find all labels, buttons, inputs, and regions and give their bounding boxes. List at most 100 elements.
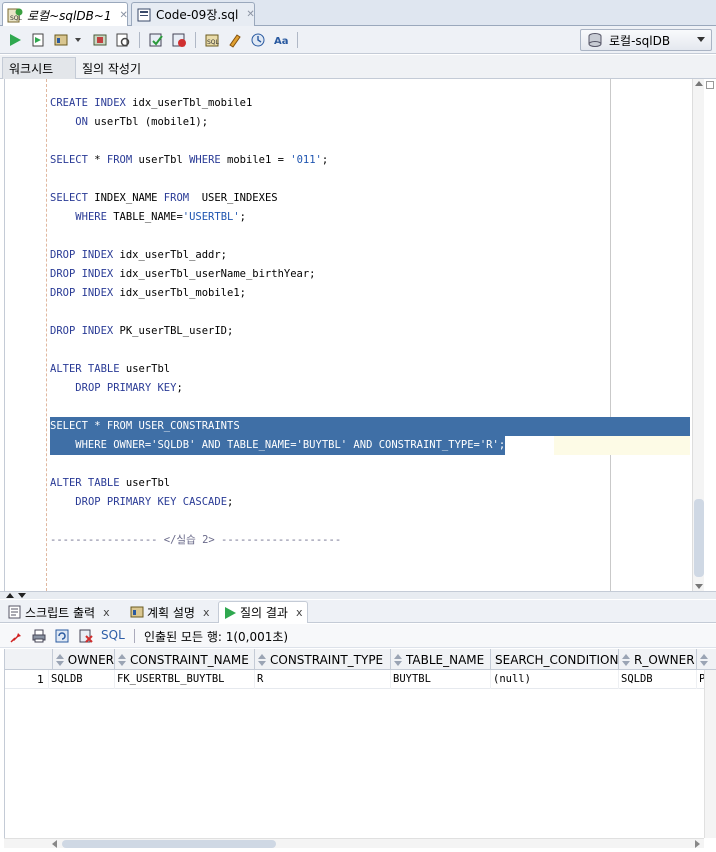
cell-search-condition[interactable]: (null) [491, 670, 619, 689]
column-header-r-owner[interactable]: R_OWNER [619, 649, 697, 670]
code-token: WHERE OWNER='SQLDB' AND TABLE_NAME='BUYT… [50, 439, 506, 451]
tab-query-result[interactable]: 질의 결과 x [218, 601, 308, 623]
unshared-worksheet-icon[interactable]: SQL [202, 30, 222, 50]
tab-code-09[interactable]: Code-09장.sql ✕ [131, 2, 255, 26]
code-line[interactable]: DROP INDEX PK_userTBL_userID; [50, 322, 233, 341]
code-line[interactable]: DROP PRIMARY KEY; [50, 379, 182, 398]
panel-splitter[interactable] [0, 591, 716, 599]
close-icon[interactable]: ✕ [246, 9, 254, 20]
tab-worksheet[interactable]: 워크시트 [2, 57, 76, 79]
run-statement-icon[interactable] [5, 30, 25, 50]
column-label: CONSTRAINT_NAME [130, 652, 249, 667]
column-header-next[interactable] [697, 649, 716, 670]
explain-plan-icon [130, 605, 144, 619]
print-icon[interactable] [30, 627, 48, 645]
expand-up-icon[interactable] [6, 593, 14, 598]
history-icon[interactable] [248, 30, 268, 50]
column-header-owner[interactable]: OWNER [53, 649, 115, 670]
format-icon[interactable]: Aa [271, 30, 291, 50]
sort-icon[interactable] [56, 653, 64, 667]
code-line[interactable]: WHERE TABLE_NAME='USERTBL'; [50, 208, 246, 227]
sql-editor[interactable]: CREATE INDEX idx_userTbl_mobile1 ON user… [4, 79, 704, 591]
code-line[interactable]: SELECT * FROM userTbl WHERE mobile1 = '0… [50, 151, 328, 170]
code-line[interactable]: SELECT INDEX_NAME FROM USER_INDEXES [50, 189, 278, 208]
cell-table-name[interactable]: BUYTBL [391, 670, 491, 689]
tab-sqldb-worksheet[interactable]: SQL 로컬~sqlDB~1 ✕ [2, 2, 128, 27]
code-token: DROP PRIMARY KEY [75, 382, 177, 394]
column-header-search-condition[interactable]: SEARCH_CONDITION [491, 649, 619, 670]
column-label: R_OWNER [634, 652, 695, 667]
code-line[interactable]: ON userTbl (mobile1); [50, 113, 208, 132]
column-header-constraint-name[interactable]: CONSTRAINT_NAME [115, 649, 255, 670]
cancel-fetch-icon[interactable] [77, 627, 95, 645]
sort-icon[interactable] [118, 653, 126, 667]
scrollbar-thumb[interactable] [694, 499, 704, 577]
code-line-selected[interactable]: WHERE OWNER='SQLDB' AND TABLE_NAME='BUYT… [50, 436, 506, 455]
scroll-right-icon[interactable] [695, 840, 700, 848]
code-line[interactable]: ALTER TABLE userTbl [50, 360, 170, 379]
rollback-icon[interactable] [169, 30, 189, 50]
code-token: DROP INDEX [50, 249, 114, 261]
code-token: DROP PRIMARY KEY CASCADE [75, 496, 228, 508]
code-token: userTbl (mobile1); [87, 116, 209, 128]
sql-link[interactable]: SQL [101, 628, 125, 642]
grid-vertical-scrollbar[interactable] [704, 670, 716, 838]
column-header-table-name[interactable]: TABLE_NAME [391, 649, 491, 670]
cell-constraint-type[interactable]: R [255, 670, 391, 689]
sort-icon[interactable] [700, 653, 708, 667]
close-icon[interactable]: x [296, 606, 303, 619]
sql-tuning-icon[interactable] [113, 30, 133, 50]
run-script-icon[interactable] [28, 30, 48, 50]
code-line[interactable]: DROP PRIMARY KEY CASCADE; [50, 493, 233, 512]
commit-icon[interactable] [146, 30, 166, 50]
sort-icon[interactable] [622, 653, 630, 667]
tab-script-output[interactable]: 스크립트 출력 x [4, 601, 114, 623]
code-line[interactable]: ----------------- </실습 2> --------------… [50, 531, 341, 550]
code-token: ALTER TABLE [50, 477, 120, 489]
code-token: WHERE [189, 154, 221, 166]
close-icon[interactable]: x [203, 606, 210, 619]
code-token: ----------------- </실습 2> --------------… [50, 534, 342, 546]
chevron-down-icon[interactable] [72, 30, 84, 50]
tab-query-builder[interactable]: 질의 작성기 [76, 57, 147, 79]
column-header-constraint-type[interactable]: CONSTRAINT_TYPE [255, 649, 391, 670]
refresh-icon[interactable] [53, 627, 71, 645]
scrollbar-thumb[interactable] [62, 840, 276, 848]
code-token: SELECT [50, 192, 88, 204]
cell-owner[interactable]: SQLDB [49, 670, 115, 689]
code-line[interactable]: DROP INDEX idx_userTbl_mobile1; [50, 284, 246, 303]
toolbar-separator [139, 32, 140, 48]
code-line[interactable]: DROP INDEX idx_userTbl_userName_birthYea… [50, 265, 316, 284]
expand-down-icon[interactable] [18, 593, 26, 598]
svg-text:SQL: SQL [207, 39, 220, 46]
grid-horizontal-scrollbar[interactable] [4, 838, 704, 848]
clear-icon[interactable] [225, 30, 245, 50]
close-icon[interactable]: x [103, 606, 110, 619]
cell-constraint-name[interactable]: FK_USERTBL_BUYTBL [115, 670, 255, 689]
tab-label: 질의 결과 [240, 606, 288, 620]
editor-vertical-scrollbar[interactable] [692, 79, 704, 591]
scroll-down-icon[interactable] [695, 584, 703, 589]
close-icon[interactable]: ✕ [120, 10, 128, 21]
cell-r-owner[interactable]: SQLDB [619, 670, 697, 689]
sort-icon[interactable] [394, 653, 402, 667]
tab-label: 스크립트 출력 [25, 605, 96, 620]
code-line[interactable]: CREATE INDEX idx_userTbl_mobile1 [50, 94, 252, 113]
sort-icon[interactable] [258, 653, 266, 667]
tab-explain-plan[interactable]: 계획 설명 x [126, 601, 214, 623]
scroll-up-icon[interactable] [695, 81, 703, 86]
code-line-selected[interactable]: SELECT * FROM USER_CONSTRAINTS [50, 417, 690, 436]
code-token: userTbl [132, 154, 190, 166]
explain-plan-icon[interactable] [51, 30, 71, 50]
database-icon [587, 32, 603, 48]
connection-select[interactable]: 로컬-sqlDB [580, 29, 712, 51]
pin-icon[interactable] [8, 627, 26, 645]
code-line[interactable]: DROP INDEX idx_userTbl_addr; [50, 246, 227, 265]
table-row[interactable]: 1 SQLDB FK_USERTBL_BUYTBL R BUYTBL (null… [5, 670, 716, 689]
code-line[interactable]: ALTER TABLE userTbl [50, 474, 170, 493]
tab-label: 로컬~sqlDB~1 [27, 8, 112, 23]
split-editor-box[interactable] [706, 81, 714, 89]
current-line-highlight [554, 436, 690, 455]
scroll-left-icon[interactable] [52, 840, 57, 848]
autotrace-icon[interactable] [90, 30, 110, 50]
